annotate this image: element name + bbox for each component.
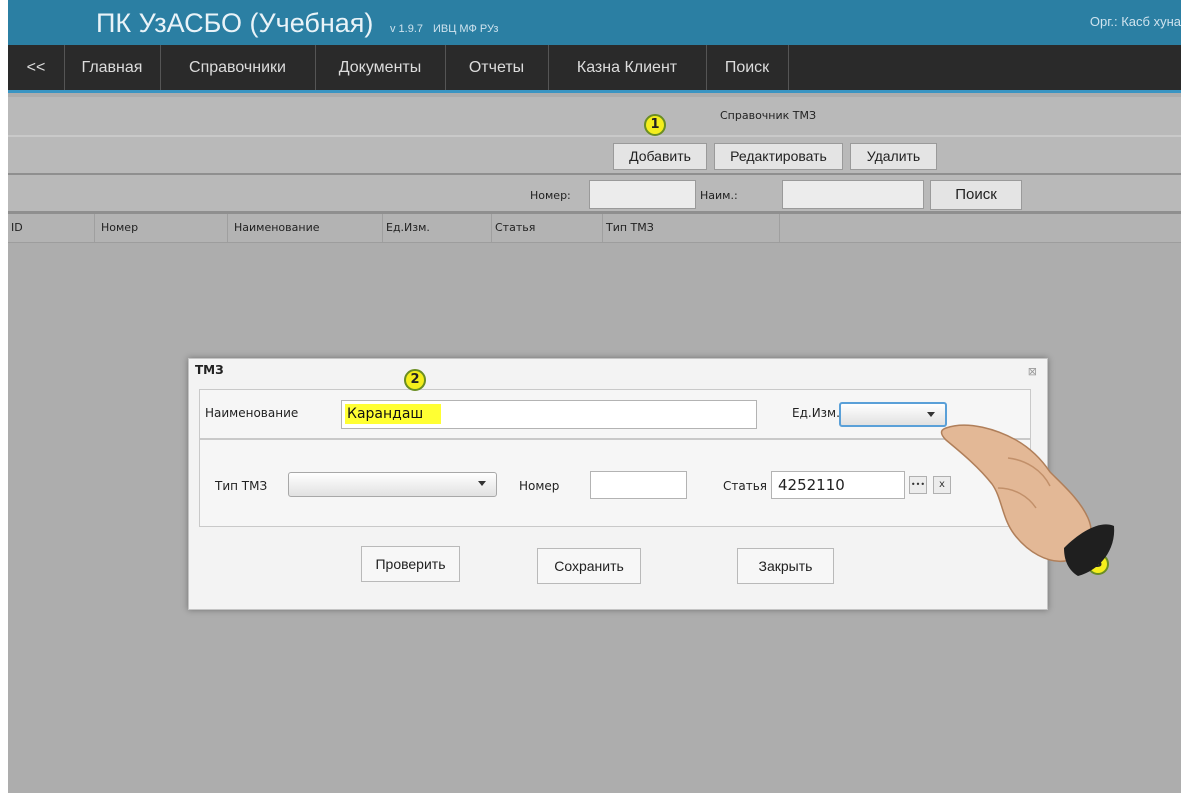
column-id[interactable]: ID	[8, 214, 95, 242]
menu-documents[interactable]: Документы	[315, 45, 446, 90]
save-button[interactable]: Сохранить	[537, 548, 641, 584]
name-field[interactable]: Карандаш	[341, 400, 757, 429]
app-title: ПК УзАСБО (Учебная)	[96, 8, 374, 38]
step-1-marker: 1	[644, 114, 666, 136]
filter-number-input[interactable]	[589, 180, 696, 209]
type-label: Тип ТМЗ	[215, 479, 268, 493]
menu-references[interactable]: Справочники	[160, 45, 316, 90]
toolbar	[8, 137, 1181, 175]
chevron-down-icon	[927, 412, 935, 417]
unit-label: Ед.Изм.	[792, 406, 840, 420]
app-version: v 1.9.7	[390, 23, 424, 35]
tmz-dialog: ТМЗ ⊠ Наименование Карандаш Ед.Изм. Тип …	[188, 358, 1048, 610]
menu-reports[interactable]: Отчеты	[445, 45, 549, 90]
delete-button[interactable]: Удалить	[850, 143, 937, 170]
number-field[interactable]	[590, 471, 687, 499]
menu-collapse[interactable]: <<	[8, 45, 65, 90]
name-value-highlight: Карандаш	[345, 404, 442, 424]
dialog-title: ТМЗ	[195, 363, 224, 377]
step-2-marker: 2	[404, 369, 426, 391]
number-label: Номер	[519, 479, 560, 493]
filter-number-label: Номер:	[530, 189, 571, 202]
main-menu: << Главная Справочники Документы Отчеты …	[8, 45, 1181, 93]
hand-pointer-icon	[940, 424, 1115, 576]
close-icon[interactable]: ⊠	[1028, 365, 1037, 378]
type-dropdown[interactable]	[288, 472, 497, 497]
name-label: Наименование	[205, 406, 299, 420]
app-vendor: ИВЦ МФ РУз	[433, 23, 499, 35]
close-button[interactable]: Закрыть	[737, 548, 834, 584]
article-field[interactable]: 4252110	[771, 471, 905, 499]
column-name[interactable]: Наименование	[228, 214, 383, 242]
column-type[interactable]: Тип ТМЗ	[603, 214, 780, 242]
search-button[interactable]: Поиск	[930, 180, 1022, 210]
page-title: Справочник ТМЗ	[720, 109, 817, 122]
unit-dropdown[interactable]	[839, 402, 947, 427]
organization-label: Орг.: Касб хуна	[1089, 14, 1181, 29]
edit-button[interactable]: Редактировать	[714, 143, 843, 170]
filter-name-label: Наим.:	[700, 189, 738, 202]
app-window: ПК УзАСБО (Учебная) v 1.9.7 ИВЦ МФ РУз О…	[8, 0, 1181, 793]
add-button[interactable]: Добавить	[613, 143, 707, 170]
chevron-down-icon	[478, 481, 486, 486]
browse-button[interactable]: •••	[909, 476, 927, 494]
menu-treasury-client[interactable]: Казна Клиент	[548, 45, 707, 90]
column-number[interactable]: Номер	[95, 214, 228, 242]
check-button[interactable]: Проверить	[361, 546, 460, 582]
table-header: ID Номер Наименование Ед.Изм. Статья Тип…	[8, 214, 1181, 243]
filter-name-input[interactable]	[782, 180, 924, 209]
menu-home[interactable]: Главная	[64, 45, 161, 90]
page-header: Справочник ТМЗ	[8, 97, 1181, 137]
title-bar: ПК УзАСБО (Учебная) v 1.9.7 ИВЦ МФ РУз О…	[8, 0, 1181, 45]
article-label: Статья	[723, 479, 768, 493]
column-article[interactable]: Статья	[492, 214, 603, 242]
menu-search[interactable]: Поиск	[706, 45, 789, 90]
column-unit[interactable]: Ед.Изм.	[383, 214, 492, 242]
